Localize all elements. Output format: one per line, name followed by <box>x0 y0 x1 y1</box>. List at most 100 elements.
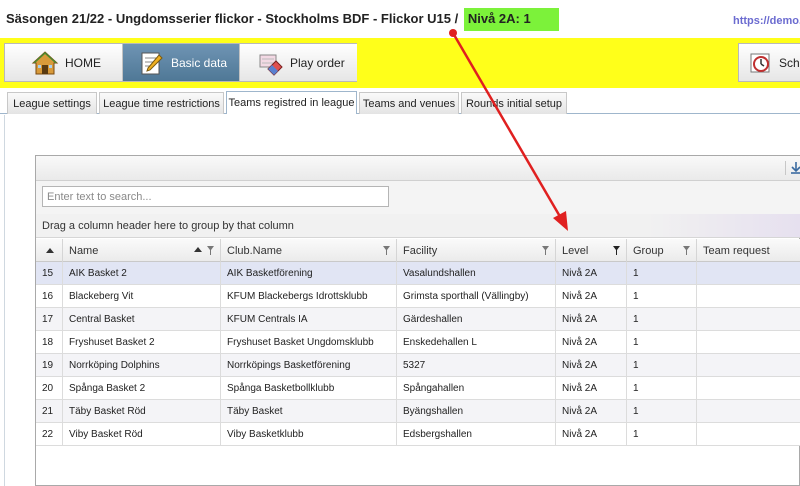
home-icon <box>31 49 59 77</box>
cell-group: 1 <box>627 285 697 307</box>
header-label: Group <box>633 244 664 257</box>
header-team-request[interactable]: Team request <box>697 239 800 262</box>
home-label: HOME <box>65 55 101 70</box>
cell-club-name: KFUM Blackebergs Idrottsklubb <box>221 285 397 307</box>
basic-data-label: Basic data <box>171 55 228 70</box>
header-label: Team request <box>703 244 770 257</box>
cell-facility: 5327 <box>397 354 556 376</box>
cell-level: Nivå 2A <box>556 400 627 422</box>
cell-team-request <box>697 308 800 330</box>
filter-icon[interactable] <box>383 246 390 255</box>
cell-name: Fryshuset Basket 2 <box>63 331 221 353</box>
play-order-button[interactable]: Play order <box>240 44 357 81</box>
group-by-panel[interactable]: Drag a column header here to group by th… <box>36 214 800 238</box>
cell-level: Nivå 2A <box>556 331 627 353</box>
sort-ascending-icon <box>194 247 202 252</box>
tab-teams-and-venues[interactable]: Teams and venues <box>359 92 459 114</box>
schedule-button[interactable]: Sche <box>738 43 800 82</box>
header-label: Name <box>69 244 99 257</box>
table-row[interactable]: 18 Fryshuset Basket 2 Fryshuset Basket U… <box>36 331 800 354</box>
cell-level: Nivå 2A <box>556 377 627 399</box>
table-row[interactable]: 19 Norrköping Dolphins Norrköpings Baske… <box>36 354 800 377</box>
cell-group: 1 <box>627 377 697 399</box>
table-row[interactable]: 15 AIK Basket 2 AIK Basketförening Vasal… <box>36 262 800 285</box>
header-name[interactable]: Name <box>63 239 221 262</box>
cell-name: Täby Basket Röd <box>63 400 221 422</box>
cell-name: Viby Basket Röd <box>63 423 221 445</box>
export-icon[interactable] <box>785 161 800 175</box>
header-club-name[interactable]: Club.Name <box>221 239 397 262</box>
tab-label: Rounds initial setup <box>465 97 562 110</box>
cell-level: Nivå 2A <box>556 308 627 330</box>
teams-grid: Drag a column header here to group by th… <box>35 155 800 486</box>
filter-icon[interactable] <box>542 246 549 255</box>
cell-row-number: 21 <box>36 400 63 422</box>
cell-facility: Byängshallen <box>397 400 556 422</box>
cell-row-number: 17 <box>36 308 63 330</box>
cell-group: 1 <box>627 308 697 330</box>
cell-name: AIK Basket 2 <box>63 262 221 284</box>
table-row[interactable]: 16 Blackeberg Vit KFUM Blackebergs Idrot… <box>36 285 800 308</box>
title-main: Säsongen 21/22 - Ungdomsserier flickor -… <box>6 11 459 26</box>
site-url[interactable]: https://demo.pro <box>733 15 800 27</box>
grid-header-row: Name Club.Name Facility Level Group Team… <box>36 239 800 262</box>
tab-league-time-restrictions[interactable]: League time restrictions <box>99 92 224 114</box>
cell-team-request <box>697 285 800 307</box>
table-row[interactable]: 20 Spånga Basket 2 Spånga Basketbollklub… <box>36 377 800 400</box>
cell-team-request <box>697 377 800 399</box>
home-button[interactable]: HOME <box>5 44 123 81</box>
clock-icon <box>749 51 773 75</box>
header-row-number[interactable] <box>36 239 63 262</box>
cell-club-name: Viby Basketklubb <box>221 423 397 445</box>
eraser-icon <box>256 49 284 77</box>
header-label: Club.Name <box>227 244 283 257</box>
cell-facility: Grimsta sporthall (Vällingby) <box>397 285 556 307</box>
cell-level: Nivå 2A <box>556 262 627 284</box>
header-group[interactable]: Group <box>627 239 697 262</box>
grid-toolbar <box>36 156 800 181</box>
tab-label: Teams registred in league <box>228 97 355 109</box>
cell-facility: Gärdeshallen <box>397 308 556 330</box>
search-area <box>36 181 800 214</box>
tab-label: League time restrictions <box>103 97 220 110</box>
cell-facility: Spångahallen <box>397 377 556 399</box>
cell-row-number: 20 <box>36 377 63 399</box>
cell-team-request <box>697 331 800 353</box>
tab-label: League settings <box>13 97 91 110</box>
cell-level: Nivå 2A <box>556 423 627 445</box>
group-by-hint: Drag a column header here to group by th… <box>42 220 294 232</box>
cell-team-request <box>697 262 800 284</box>
cell-row-number: 16 <box>36 285 63 307</box>
cell-club-name: Norrköpings Basketförening <box>221 354 397 376</box>
cell-club-name: Täby Basket <box>221 400 397 422</box>
filter-icon[interactable] <box>683 246 690 255</box>
filter-icon[interactable] <box>207 246 214 255</box>
cell-club-name: KFUM Centrals IA <box>221 308 397 330</box>
tab-rounds-initial-setup[interactable]: Rounds initial setup <box>461 92 567 114</box>
tab-teams-registred[interactable]: Teams registred in league <box>226 91 357 114</box>
cell-team-request <box>697 354 800 376</box>
cell-group: 1 <box>627 262 697 284</box>
table-row[interactable]: 17 Central Basket KFUM Centrals IA Gärde… <box>36 308 800 331</box>
cell-team-request <box>697 400 800 422</box>
sort-ascending-icon <box>46 248 54 253</box>
cell-group: 1 <box>627 331 697 353</box>
tab-league-settings[interactable]: League settings <box>7 92 97 114</box>
tab-strip: League settings League time restrictions… <box>0 88 800 114</box>
page-title: Säsongen 21/22 - Ungdomsserier flickor -… <box>6 8 559 31</box>
cell-row-number: 18 <box>36 331 63 353</box>
search-input[interactable] <box>42 186 389 207</box>
header-facility[interactable]: Facility <box>397 239 556 262</box>
header-level[interactable]: Level <box>556 239 627 262</box>
table-row[interactable]: 21 Täby Basket Röd Täby Basket Byängshal… <box>36 400 800 423</box>
cell-group: 1 <box>627 400 697 422</box>
cell-name: Blackeberg Vit <box>63 285 221 307</box>
basic-data-button[interactable]: Basic data <box>123 44 240 81</box>
filter-icon[interactable] <box>613 246 620 255</box>
cell-row-number: 15 <box>36 262 63 284</box>
title-level-highlight: Nivå 2A: 1 <box>463 8 559 31</box>
title-bar: Säsongen 21/22 - Ungdomsserier flickor -… <box>0 0 800 38</box>
cell-club-name: Fryshuset Basket Ungdomsklubb <box>221 331 397 353</box>
cell-team-request <box>697 423 800 445</box>
table-row[interactable]: 22 Viby Basket Röd Viby Basketklubb Edsb… <box>36 423 800 446</box>
